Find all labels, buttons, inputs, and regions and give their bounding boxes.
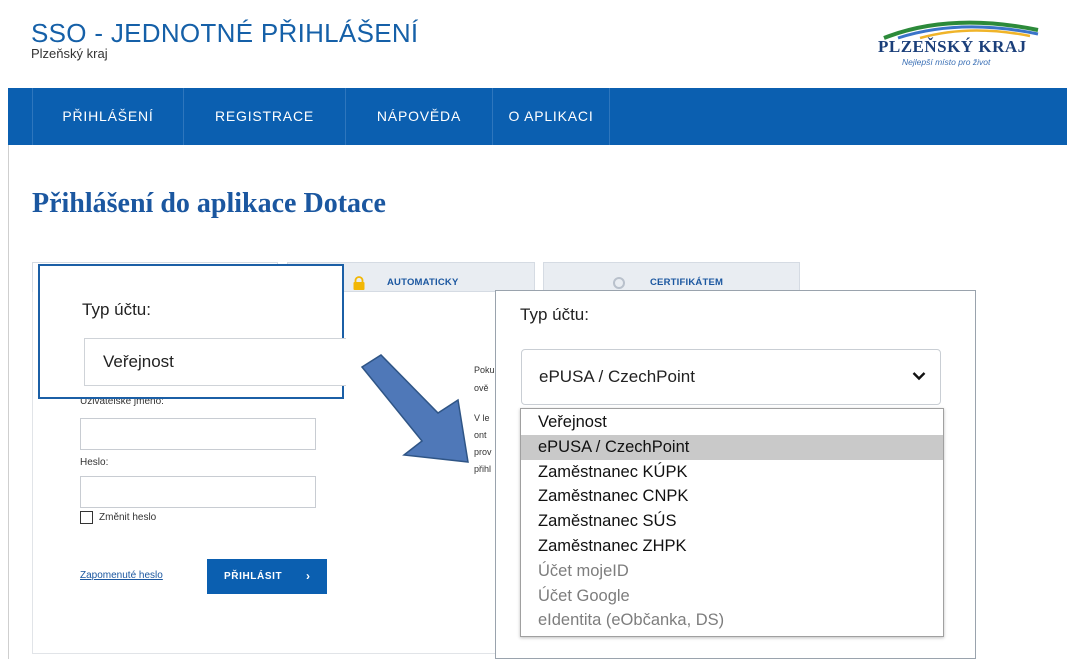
change-password-checkbox[interactable] [80, 511, 93, 524]
site-header: SSO - JEDNOTNÉ PŘIHLÁŠENÍ Plzeňský kraj … [8, 0, 1067, 88]
option-eidentita: eIdentita (eObčanka, DS) [538, 611, 725, 630]
page-title: Přihlášení do aplikace Dotace [32, 188, 386, 219]
nav-item-registration[interactable]: REGISTRACE [184, 88, 346, 145]
option-zamestnanec-kupk[interactable]: Zaměstnanec KÚPK [521, 460, 943, 485]
account-type-callout-after: Typ účtu: ePUSA / CzechPoint Veřejnost e… [495, 290, 976, 659]
account-type-select[interactable]: ePUSA / CzechPoint [521, 349, 941, 405]
chevron-down-icon [912, 372, 926, 381]
account-type-field[interactable]: Veřejnost [84, 338, 346, 386]
nav-item-help[interactable]: NÁPOVĚDA [346, 88, 493, 145]
login-button[interactable]: PŘIHLÁSIT › [207, 559, 327, 594]
chevron-right-icon: › [306, 569, 311, 583]
account-type-dropdown-label: Typ účtu: [520, 305, 589, 324]
password-label: Heslo: [80, 457, 109, 468]
account-type-selected-value: ePUSA / CzechPoint [539, 367, 695, 386]
account-type-value: Veřejnost [103, 352, 174, 371]
option-zamestnanec-cnpk[interactable]: Zaměstnanec CNPK [521, 484, 943, 509]
option-ucet-google: Účet Google [538, 586, 630, 605]
account-type-callout-before: Typ účtu: Veřejnost [38, 264, 346, 399]
change-password-label: Změnit heslo [99, 512, 157, 523]
tab-automatic-label: AUTOMATICKY [387, 277, 459, 288]
login-button-label: PŘIHLÁSIT [224, 571, 283, 582]
logo-tagline: Nejlepší místo pro život [902, 57, 991, 67]
nav-item-about[interactable]: O APLIKACI [493, 88, 610, 145]
plzensky-kraj-logo[interactable]: PLZEŇSKÝ KRAJ Nejlepší místo pro život [870, 16, 1045, 72]
big-arrow-icon [360, 354, 469, 463]
account-type-options-list: Veřejnost ePUSA / CzechPoint Zaměstnanec… [520, 408, 944, 637]
username-input[interactable] [80, 418, 316, 450]
option-ucet-mojeid: Účet mojeID [538, 561, 629, 580]
option-epusa-czechpoint[interactable]: ePUSA / CzechPoint [521, 434, 943, 460]
nav-item-login[interactable]: PŘIHLÁŠENÍ [32, 88, 184, 145]
account-type-label: Typ účtu: [82, 300, 151, 319]
forgot-password-link[interactable]: Zapomenuté heslo [80, 570, 163, 581]
logo-text: PLZEŇSKÝ KRAJ [878, 37, 1027, 56]
option-zamestnanec-sus[interactable]: Zaměstnanec SÚS [521, 509, 943, 534]
main-nav: PŘIHLÁŠENÍ REGISTRACE NÁPOVĚDA O APLIKAC… [8, 88, 1067, 145]
option-zamestnanec-zhpk[interactable]: Zaměstnanec ZHPK [521, 534, 943, 559]
tab-certificate-label: CERTIFIKÁTEM [650, 277, 724, 288]
lock-icon [353, 276, 365, 290]
option-verejnost[interactable]: Veřejnost [521, 410, 943, 435]
app-subtitle: Plzeňský kraj [31, 46, 108, 61]
certificate-icon [613, 277, 625, 289]
password-input[interactable] [80, 476, 316, 508]
app-title: SSO - JEDNOTNÉ PŘIHLÁŠENÍ [31, 18, 419, 48]
